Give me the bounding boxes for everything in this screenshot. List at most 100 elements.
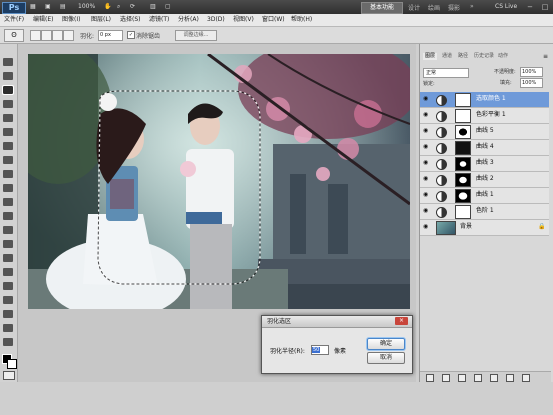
layer-row-selective-color[interactable]: ◉ 选取颜色 1	[420, 92, 549, 108]
layer-mask-thumbnail[interactable]	[455, 125, 471, 139]
antialias-checkbox[interactable]: ✓	[127, 31, 135, 39]
cancel-button[interactable]: 取消	[367, 352, 405, 364]
arrange-documents-icon[interactable]: ▥	[150, 3, 156, 11]
tab-actions[interactable]: 动作	[498, 53, 508, 60]
clone-stamp-tool-icon[interactable]	[3, 170, 13, 178]
visibility-eye-icon[interactable]: ◉	[423, 192, 431, 198]
dialog-titlebar[interactable]: 羽化选区	[262, 316, 412, 328]
menu-3d[interactable]: 3D(D)	[207, 15, 225, 25]
link-layers-icon[interactable]	[426, 374, 434, 382]
visibility-eye-icon[interactable]: ◉	[423, 128, 431, 134]
cs-live-button[interactable]: CS Live	[495, 2, 517, 12]
move-tool-icon[interactable]	[3, 58, 13, 66]
close-icon[interactable]: ×	[395, 317, 408, 325]
workspace-essentials-button[interactable]: 基本功能	[361, 2, 403, 14]
visibility-eye-icon[interactable]: ◉	[423, 224, 431, 230]
menu-window[interactable]: 窗口(W)	[262, 15, 285, 25]
history-brush-tool-icon[interactable]	[3, 184, 13, 192]
tab-channels[interactable]: 通道	[442, 53, 452, 60]
maximize-icon[interactable]: □	[538, 2, 552, 12]
3d-rotate-tool-icon[interactable]	[3, 310, 13, 318]
type-tool-icon[interactable]	[3, 268, 13, 276]
workspace-painting[interactable]: 绘画	[428, 3, 440, 12]
visibility-eye-icon[interactable]: ◉	[423, 112, 431, 118]
quick-selection-tool-icon[interactable]	[3, 100, 13, 108]
new-group-icon[interactable]	[490, 374, 498, 382]
visibility-eye-icon[interactable]: ◉	[423, 176, 431, 182]
screen-mode-icon[interactable]: ▢	[165, 3, 171, 11]
hand-tool-icon[interactable]	[3, 324, 13, 332]
dodge-tool-icon[interactable]	[3, 240, 13, 248]
guides-icon[interactable]: ▤	[60, 3, 66, 11]
layer-mask-thumbnail[interactable]	[455, 205, 471, 219]
workspace-photography[interactable]: 摄影	[448, 3, 460, 12]
eraser-tool-icon[interactable]	[3, 198, 13, 206]
visibility-eye-icon[interactable]: ◉	[423, 208, 431, 214]
menu-image[interactable]: 图像(I)	[62, 15, 80, 25]
layer-row-color-balance[interactable]: ◉ 色彩平衡 1	[420, 108, 549, 124]
panel-menu-icon[interactable]: ≡	[543, 53, 548, 60]
layer-row-curves-5[interactable]: ◉ 曲线 5	[420, 124, 549, 140]
add-selection-icon[interactable]	[41, 30, 52, 41]
new-layer-icon[interactable]	[506, 374, 514, 382]
workspace-more-icon[interactable]: »	[470, 3, 474, 10]
visibility-eye-icon[interactable]: ◉	[423, 144, 431, 150]
layer-row-curves-1[interactable]: ◉ 曲线 1	[420, 188, 549, 204]
background-color-swatch[interactable]	[7, 359, 17, 369]
tab-history[interactable]: 历史记录	[474, 53, 494, 60]
feather-radius-input[interactable]: 50	[311, 345, 329, 355]
menu-file[interactable]: 文件(F)	[4, 15, 24, 25]
subtract-selection-icon[interactable]	[52, 30, 63, 41]
blur-tool-icon[interactable]	[3, 226, 13, 234]
layer-row-levels-1[interactable]: ◉ 色阶 1	[420, 204, 549, 220]
visibility-eye-icon[interactable]: ◉	[423, 96, 431, 102]
layer-row-curves-4[interactable]: ◉ 曲线 4	[420, 140, 549, 156]
opacity-input[interactable]: 100%	[520, 67, 543, 77]
new-selection-icon[interactable]	[30, 30, 41, 41]
rotate-icon[interactable]: ⟳	[130, 3, 135, 11]
bridge-icon[interactable]: ▦	[30, 3, 36, 11]
healing-brush-tool-icon[interactable]	[3, 142, 13, 150]
shape-tool-icon[interactable]	[3, 296, 13, 304]
layer-row-curves-2[interactable]: ◉ 曲线 2	[420, 172, 549, 188]
add-mask-icon[interactable]	[458, 374, 466, 382]
visibility-eye-icon[interactable]: ◉	[423, 160, 431, 166]
workspace-design[interactable]: 设计	[408, 3, 420, 12]
layer-style-icon[interactable]	[442, 374, 450, 382]
feather-input[interactable]: 0 px	[98, 30, 123, 41]
adjustment-layer-icon[interactable]	[474, 374, 482, 382]
brush-tool-icon[interactable]	[3, 156, 13, 164]
minibridge-icon[interactable]: ▣	[45, 3, 51, 11]
menu-select[interactable]: 选择(S)	[120, 15, 141, 25]
blend-mode-select[interactable]: 正常	[423, 68, 469, 78]
layer-mask-thumbnail[interactable]	[455, 109, 471, 123]
layer-mask-thumbnail[interactable]	[455, 189, 471, 203]
lasso-tool-icon[interactable]	[2, 85, 14, 95]
layer-mask-thumbnail[interactable]	[455, 173, 471, 187]
eyedropper-tool-icon[interactable]	[3, 128, 13, 136]
menu-analysis[interactable]: 分析(A)	[178, 15, 199, 25]
lasso-tool-preset-icon[interactable]: ʘ	[4, 29, 24, 42]
gradient-tool-icon[interactable]	[3, 212, 13, 220]
layer-row-background[interactable]: ◉ 背景 🔒	[420, 220, 549, 236]
zoom-tool-icon[interactable]	[3, 338, 13, 346]
crop-tool-icon[interactable]	[3, 114, 13, 122]
layer-mask-thumbnail[interactable]	[455, 93, 471, 107]
tab-paths[interactable]: 路径	[458, 53, 468, 60]
pen-tool-icon[interactable]	[3, 254, 13, 262]
fill-input[interactable]: 100%	[520, 78, 543, 88]
marquee-tool-icon[interactable]	[3, 72, 13, 80]
zoom-icon[interactable]: ⌕	[117, 3, 120, 11]
menu-edit[interactable]: 编辑(E)	[33, 15, 53, 25]
ok-button[interactable]: 确定	[367, 338, 405, 350]
menu-view[interactable]: 视图(V)	[233, 15, 254, 25]
document-canvas[interactable]	[28, 54, 410, 309]
layer-row-curves-3[interactable]: ◉ 曲线 3	[420, 156, 549, 172]
refine-edge-button[interactable]: 调整边缘...	[175, 30, 217, 41]
hand-icon[interactable]: ✋	[104, 3, 111, 11]
path-selection-tool-icon[interactable]	[3, 282, 13, 290]
menu-help[interactable]: 帮助(H)	[291, 15, 312, 25]
menu-layer[interactable]: 图层(L)	[91, 15, 111, 25]
zoom-level[interactable]: 100%	[78, 3, 95, 11]
layer-mask-thumbnail[interactable]	[455, 141, 471, 155]
